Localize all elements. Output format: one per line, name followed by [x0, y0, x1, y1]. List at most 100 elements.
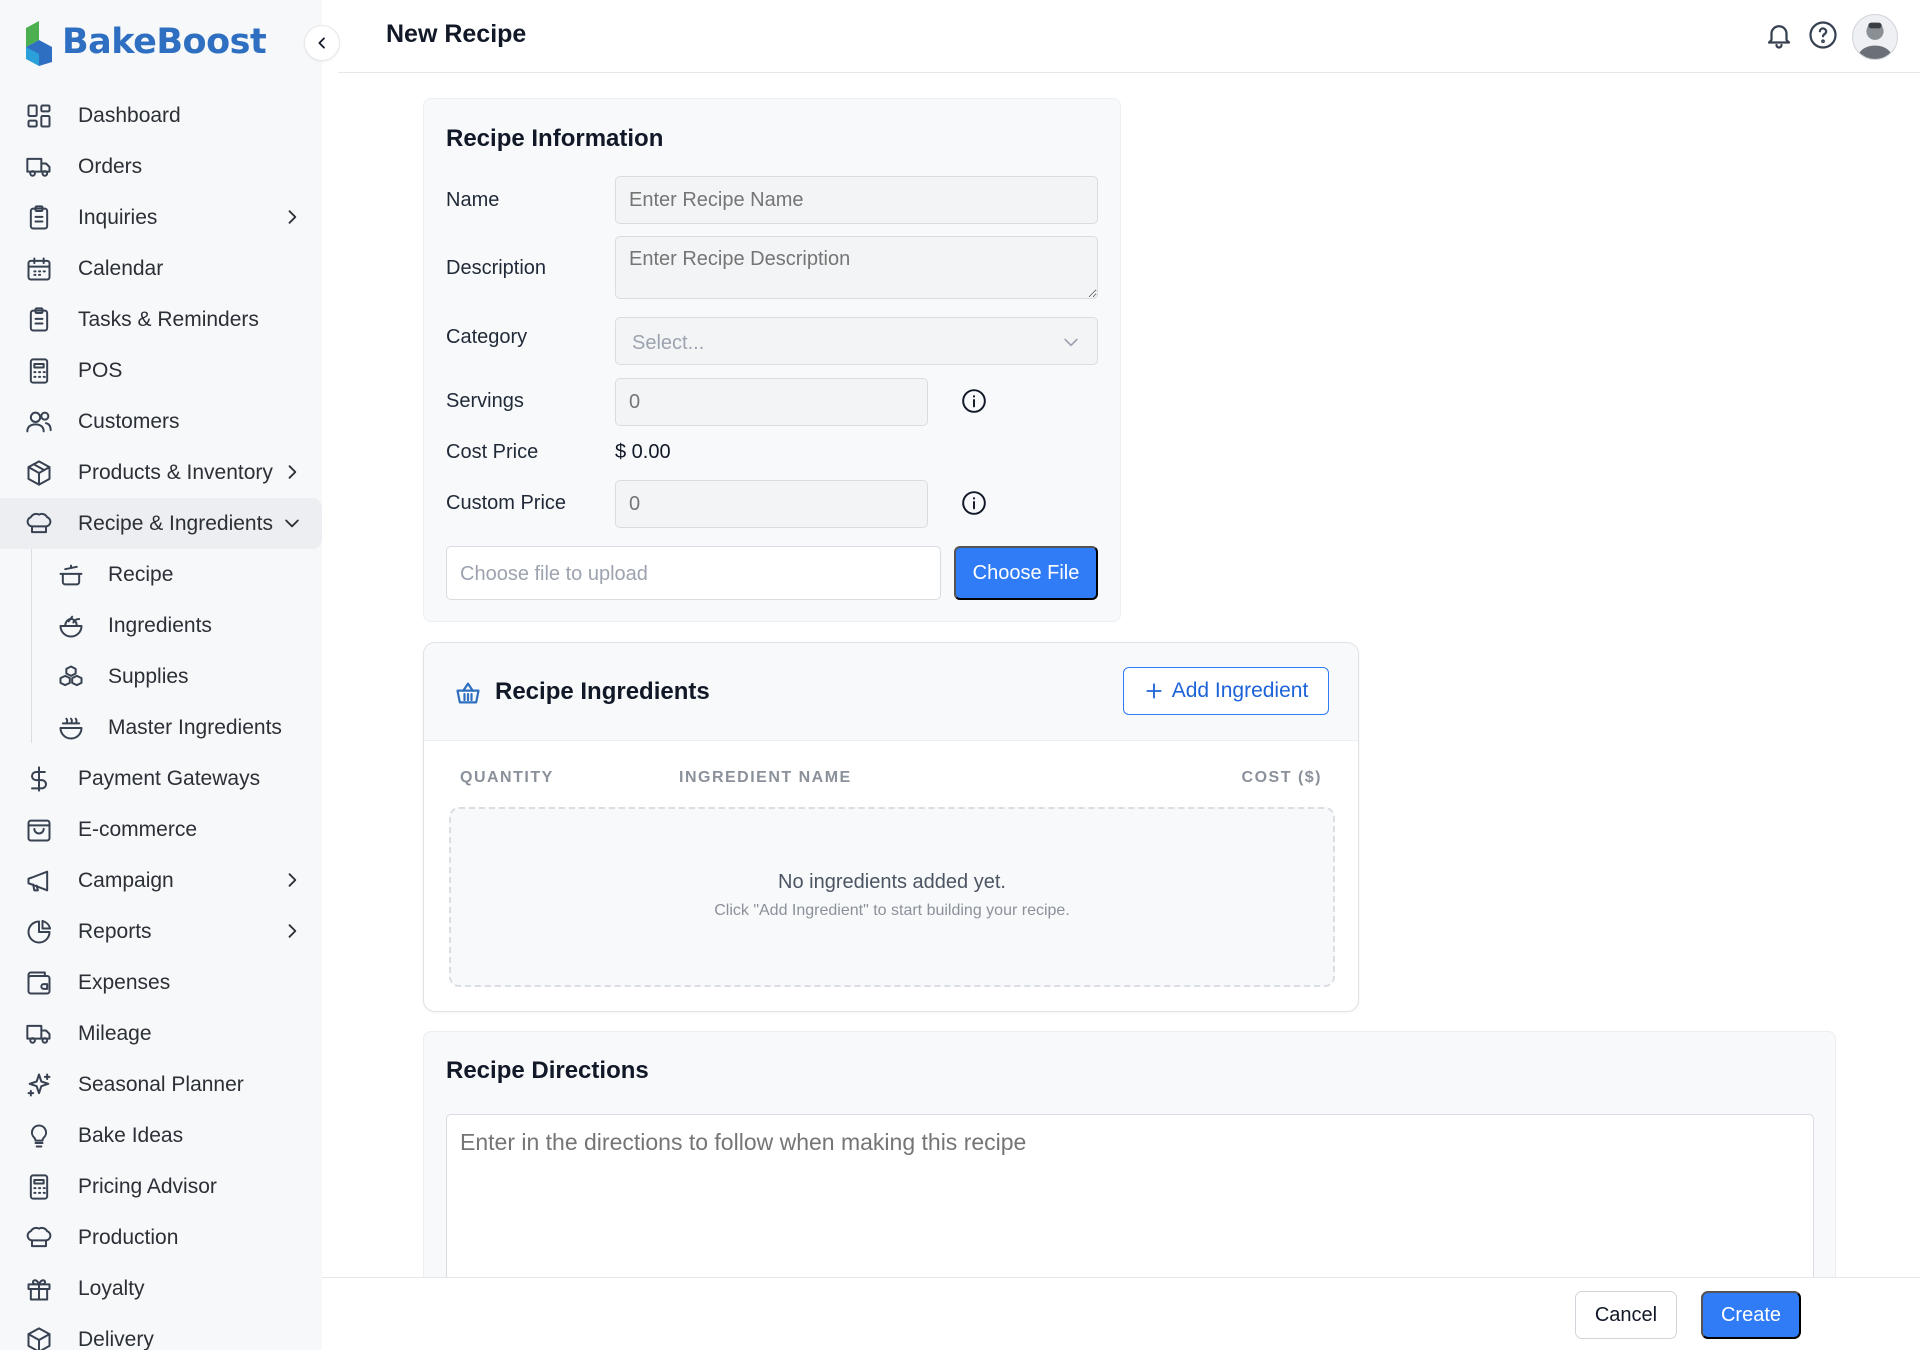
sidebar-item-reports[interactable]: Reports: [0, 906, 322, 957]
info-icon[interactable]: [961, 388, 987, 414]
app-logo[interactable]: BakeBoost: [22, 18, 267, 66]
sidebar-item-bake-ideas[interactable]: Bake Ideas: [0, 1110, 322, 1161]
sidebar-item-label: Ingredients: [108, 613, 212, 637]
sidebar-item-label: Pricing Advisor: [78, 1174, 217, 1198]
add-ingredient-button[interactable]: Add Ingredient: [1123, 667, 1329, 715]
sidebar-item-label: Delivery: [78, 1327, 154, 1350]
column-header-cost: COST ($): [1241, 769, 1322, 786]
calculator-icon: [24, 356, 54, 386]
truck-icon: [24, 152, 54, 182]
sidebar-item-dashboard[interactable]: Dashboard: [0, 90, 322, 141]
header-actions: [1764, 14, 1898, 60]
sidebar-item-label: Tasks & Reminders: [78, 307, 259, 331]
sidebar-item-expenses[interactable]: Expenses: [0, 957, 322, 1008]
sidebar-item-tasks-reminders[interactable]: Tasks & Reminders: [0, 294, 322, 345]
dollar-icon: [24, 764, 54, 794]
sidebar-item-label: Expenses: [78, 970, 171, 994]
sidebar-item-pos[interactable]: POS: [0, 345, 322, 396]
add-ingredient-label: Add Ingredient: [1171, 679, 1309, 702]
users-icon: [24, 407, 54, 437]
megaphone-icon: [24, 866, 54, 896]
sidebar-item-mileage[interactable]: Mileage: [0, 1008, 322, 1059]
chevron-right-icon: [282, 921, 302, 941]
sidebar-item-orders[interactable]: Orders: [0, 141, 322, 192]
package-icon: [24, 1325, 54, 1350]
recipe-directions-title: Recipe Directions: [446, 1057, 649, 1084]
sidebar-item-label: Recipe & Ingredients: [78, 511, 273, 535]
calendar-icon: [24, 254, 54, 284]
sidebar-item-label: Mileage: [78, 1021, 152, 1045]
cooking-pot-icon: [56, 560, 86, 590]
sidebar-item-pricing-advisor[interactable]: Pricing Advisor: [0, 1161, 322, 1212]
sparkles-icon: [24, 1070, 54, 1100]
chef-hat-icon: [24, 509, 54, 539]
truck-icon: [24, 1019, 54, 1049]
sidebar-subitem-recipe[interactable]: Recipe: [0, 549, 322, 600]
sidebar-subitem-supplies[interactable]: Supplies: [0, 651, 322, 702]
sidebar-item-products-inventory[interactable]: Products & Inventory: [0, 447, 322, 498]
servings-label: Servings: [446, 390, 524, 412]
sidebar-item-loyalty[interactable]: Loyalty: [0, 1263, 322, 1314]
help-icon[interactable]: [1808, 20, 1838, 55]
file-upload-placeholder: Choose file to upload: [460, 563, 648, 585]
cancel-button[interactable]: Cancel: [1575, 1291, 1677, 1339]
sidebar-item-production[interactable]: Production: [0, 1212, 322, 1263]
cost-price-label: Cost Price: [446, 441, 539, 463]
file-upload-field[interactable]: Choose file to upload: [446, 546, 941, 600]
recipe-submenu: Recipe Ingredients Supplies Master Ingre…: [0, 549, 322, 753]
sidebar-item-label: Calendar: [78, 256, 164, 280]
sidebar-item-payment-gateways[interactable]: Payment Gateways: [0, 753, 322, 804]
bowl-icon: [56, 713, 86, 743]
recipe-name-input[interactable]: [615, 176, 1098, 224]
bell-icon[interactable]: [1764, 20, 1794, 55]
sidebar-item-label: E-commerce: [78, 817, 198, 841]
box-icon: [24, 458, 54, 488]
sidebar-item-label: Seasonal Planner: [78, 1072, 244, 1096]
basket-icon: [456, 682, 480, 704]
salad-icon: [56, 611, 86, 641]
sidebar-item-label: Master Ingredients: [108, 715, 282, 739]
recipe-information-title: Recipe Information: [446, 125, 664, 152]
recipe-ingredients-title: Recipe Ingredients: [495, 678, 710, 705]
sidebar-item-customers[interactable]: Customers: [0, 396, 322, 447]
ingredients-card-header: Recipe Ingredients Add Ingredient: [424, 643, 1358, 741]
chef-hat-icon: [24, 1223, 54, 1253]
chevron-right-icon: [282, 207, 302, 227]
sidebar-item-label: POS: [78, 358, 123, 382]
plus-icon: [1146, 683, 1162, 699]
category-select[interactable]: Select...: [615, 317, 1098, 365]
empty-state-title: No ingredients added yet.: [778, 871, 1006, 893]
empty-state-hint: Click "Add Ingredient" to start building…: [714, 902, 1070, 919]
sidebar-subitem-master-ingredients[interactable]: Master Ingredients: [0, 702, 322, 753]
sidebar-item-label: Loyalty: [78, 1276, 145, 1300]
sidebar-collapse-button[interactable]: [304, 25, 340, 61]
choose-file-button[interactable]: Choose File: [954, 546, 1098, 600]
sidebar-item-label: Products & Inventory: [78, 460, 273, 484]
create-button[interactable]: Create: [1701, 1291, 1801, 1339]
custom-price-input[interactable]: [615, 480, 928, 528]
info-icon[interactable]: [961, 490, 987, 516]
sidebar-item-calendar[interactable]: Calendar: [0, 243, 322, 294]
recipe-description-input[interactable]: [615, 236, 1098, 299]
sidebar-item-campaign[interactable]: Campaign: [0, 855, 322, 906]
sidebar-item-delivery[interactable]: Delivery: [0, 1314, 322, 1350]
sidebar-item-seasonal-planner[interactable]: Seasonal Planner: [0, 1059, 322, 1110]
sidebar: BakeBoost Dashboard Orders Inquiries Cal…: [0, 0, 322, 1350]
description-label: Description: [446, 257, 547, 279]
avatar[interactable]: [1852, 14, 1898, 60]
servings-input[interactable]: [615, 378, 928, 426]
cost-price-value: $ 0.00: [615, 441, 671, 463]
category-selected-value: Select...: [632, 332, 705, 354]
sidebar-item-inquiries[interactable]: Inquiries: [0, 192, 322, 243]
sidebar-item-ecommerce[interactable]: E-commerce: [0, 804, 322, 855]
sidebar-item-label: Bake Ideas: [78, 1123, 184, 1147]
sidebar-item-label: Recipe: [108, 562, 174, 586]
category-label: Category: [446, 326, 528, 348]
sidebar-subitem-ingredients[interactable]: Ingredients: [0, 600, 322, 651]
sidebar-item-recipe-ingredients[interactable]: Recipe & Ingredients: [0, 498, 322, 549]
name-label: Name: [446, 189, 500, 211]
recipe-information-card: Recipe Information Name Description Cate…: [423, 98, 1121, 622]
sidebar-item-label: Reports: [78, 919, 152, 943]
chevron-left-icon: [318, 37, 325, 49]
column-header-ingredient-name: INGREDIENT NAME: [679, 769, 852, 786]
